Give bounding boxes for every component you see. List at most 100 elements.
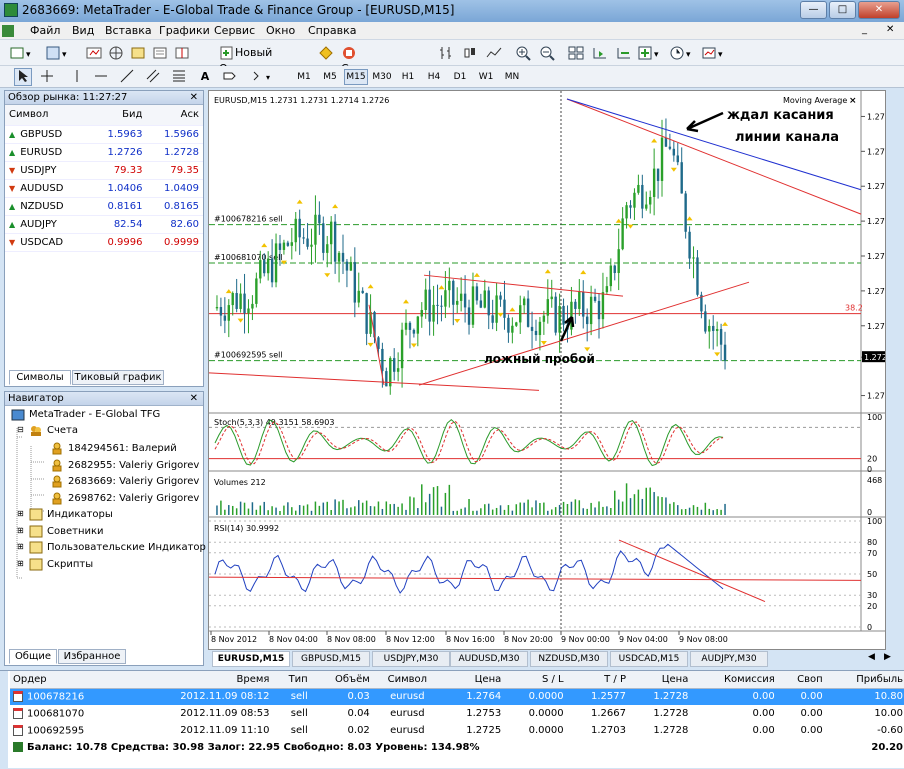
column-sl[interactable]: S / L	[504, 671, 567, 689]
menu-view[interactable]: Вид	[72, 24, 94, 37]
navigator-root[interactable]: MetaTrader - E-Global TFG	[29, 409, 160, 420]
navigator-item-indicators[interactable]: Индикаторы	[47, 509, 113, 520]
strategy-tester-icon[interactable]	[172, 44, 192, 62]
chart-canvas[interactable]: EURUSD,M15 1.2731 1.2731 1.2714 1.2726 Mo…	[208, 91, 895, 649]
fibonacci-icon[interactable]	[170, 68, 188, 86]
timeframe-m15-button[interactable]: M15	[344, 69, 368, 85]
minimize-button[interactable]: —	[800, 1, 827, 19]
navigator-item-scripts[interactable]: Скрипты	[47, 559, 93, 570]
arrows-button[interactable]: ▾	[250, 68, 278, 86]
column-price[interactable]: Цена	[441, 671, 505, 689]
column-profit[interactable]: Прибыль	[825, 671, 904, 689]
navigator-icon[interactable]	[128, 44, 148, 62]
header-ask[interactable]: Аск	[146, 105, 203, 126]
profiles-button[interactable]: ▾	[44, 44, 74, 62]
label-icon[interactable]	[220, 68, 238, 86]
cursor-icon[interactable]	[14, 68, 32, 86]
tab-tick-chart[interactable]: Тиковый график	[72, 370, 164, 385]
timeframe-h1-button[interactable]: H1	[396, 69, 420, 85]
tab-general[interactable]: Общие	[9, 649, 57, 664]
terminal-icon[interactable]	[150, 44, 170, 62]
templates-button[interactable]: ▾	[700, 44, 730, 62]
account-item[interactable]: 2683669: Valeriy Grigorev	[68, 476, 199, 487]
collapse-icon[interactable]: ⊟	[17, 425, 24, 434]
candlestick-icon[interactable]	[460, 44, 480, 62]
expand-icon[interactable]: ⊞	[17, 526, 24, 535]
market-watch-row[interactable]: ▼ AUDUSD 1.0406 1.0409	[5, 179, 203, 198]
market-watch-row[interactable]: ▲ NZDUSD 0.8161 0.8165	[5, 197, 203, 216]
new-order-button[interactable]: Новый Ордер	[218, 44, 310, 75]
column-symbol[interactable]: Символ	[372, 671, 442, 689]
market-watch-row[interactable]: ▼ USDJPY 79.33 79.35	[5, 161, 203, 180]
header-symbol[interactable]: Символ	[5, 105, 90, 126]
order-row[interactable]: 100681070 2012.11.09 08:53 sell 0.04 eurusd 1…	[10, 705, 904, 722]
tile-windows-icon[interactable]	[566, 44, 586, 62]
tab-scroll-left-icon[interactable]: ◀	[868, 652, 875, 662]
bar-chart-icon[interactable]	[436, 44, 456, 62]
chart-window[interactable]: EURUSD,M15 1.2731 1.2731 1.2714 1.2726 Mo…	[208, 90, 895, 650]
timeframe-h4-button[interactable]: H4	[422, 69, 446, 85]
metaeditor-icon[interactable]	[316, 44, 336, 62]
chart-tab-nzdusd[interactable]: NZDUSD,M30	[530, 651, 608, 667]
navigator-item-advisors[interactable]: Советники	[47, 526, 104, 537]
header-bid[interactable]: Бид	[89, 105, 147, 126]
market-watch-row[interactable]: ▼ USDCAD 0.9996 0.9999	[5, 233, 203, 252]
chart-tab-eurusd[interactable]: EURUSD,M15	[212, 651, 290, 667]
menu-insert[interactable]: Вставка	[105, 24, 152, 37]
account-item[interactable]: 184294561: Валерий	[68, 443, 177, 454]
expand-icon[interactable]: ⊞	[17, 509, 24, 518]
close-button[interactable]: ✕	[858, 1, 900, 19]
timeframe-w1-button[interactable]: W1	[474, 69, 498, 85]
timeframe-m1-button[interactable]: M1	[292, 69, 316, 85]
data-window-icon[interactable]	[106, 44, 126, 62]
accounts-label[interactable]: Счета	[47, 425, 78, 436]
account-item[interactable]: 2698762: Valeriy Grigorev	[68, 493, 199, 504]
advisors-button[interactable]: Советники	[340, 44, 420, 75]
line-chart-icon[interactable]	[484, 44, 504, 62]
market-watch-row[interactable]: ▲ GBPUSD 1.5963 1.5966	[5, 125, 203, 144]
tab-symbols[interactable]: Символы	[9, 370, 71, 385]
vertical-line-icon[interactable]	[68, 68, 86, 86]
close-icon[interactable]: ✕	[190, 91, 198, 104]
column-type[interactable]: Тип	[272, 671, 311, 689]
zoom-in-icon[interactable]	[514, 44, 534, 62]
timeframe-m30-button[interactable]: M30	[370, 69, 394, 85]
zoom-out-icon[interactable]	[538, 44, 558, 62]
crosshair-icon[interactable]	[38, 68, 56, 86]
expand-icon[interactable]: ⊞	[17, 559, 24, 568]
menu-window[interactable]: Окно	[266, 24, 295, 37]
order-row[interactable]: 100678216 2012.11.09 08:12 sell 0.03 eurusd 1…	[10, 688, 904, 705]
autoscroll-icon[interactable]	[614, 44, 634, 62]
column-current-price[interactable]: Цена	[628, 671, 692, 689]
column-volume[interactable]: Объём	[310, 671, 373, 689]
chart-tab-usdjpy[interactable]: USDJPY,M30	[372, 651, 450, 667]
horizontal-line-icon[interactable]	[92, 68, 110, 86]
column-tp[interactable]: T / P	[566, 671, 629, 689]
market-watch-icon[interactable]	[84, 44, 104, 62]
market-watch-row[interactable]: ▲ AUDJPY 82.54 82.60	[5, 215, 203, 234]
text-tool-button[interactable]: A	[196, 68, 214, 86]
menu-help[interactable]: Справка	[308, 24, 356, 37]
menu-file[interactable]: Файл	[30, 24, 60, 37]
new-chart-button[interactable]: ▾	[8, 44, 38, 62]
navigator-item-custom-indicators[interactable]: Пользовательские Индикатор	[47, 542, 206, 553]
maximize-button[interactable]: □	[829, 1, 856, 19]
chart-tab-usdcad[interactable]: USDCAD,M15	[610, 651, 688, 667]
terminal-grip[interactable]	[0, 671, 8, 769]
menu-charts[interactable]: Графики	[159, 24, 210, 37]
timeframe-mn-button[interactable]: MN	[500, 69, 524, 85]
chart-shift-icon[interactable]	[590, 44, 610, 62]
chart-tab-audjpy[interactable]: AUDJPY,M30	[690, 651, 768, 667]
column-time[interactable]: Время	[127, 671, 273, 689]
chart-tab-audusd[interactable]: AUDUSD,M30	[450, 651, 528, 667]
trendline-icon[interactable]	[118, 68, 136, 86]
close-icon[interactable]: ✕	[190, 392, 198, 405]
timeframe-d1-button[interactable]: D1	[448, 69, 472, 85]
doc-minimize-button[interactable]: _	[862, 24, 867, 35]
timeframe-m5-button[interactable]: M5	[318, 69, 342, 85]
close-icon[interactable]: ×	[849, 96, 857, 106]
column-order[interactable]: Ордер	[10, 671, 128, 689]
column-swap[interactable]: Своп	[777, 671, 826, 689]
menu-tools[interactable]: Сервис	[214, 24, 255, 37]
chart-tab-gbpusd[interactable]: GBPUSD,M15	[292, 651, 370, 667]
